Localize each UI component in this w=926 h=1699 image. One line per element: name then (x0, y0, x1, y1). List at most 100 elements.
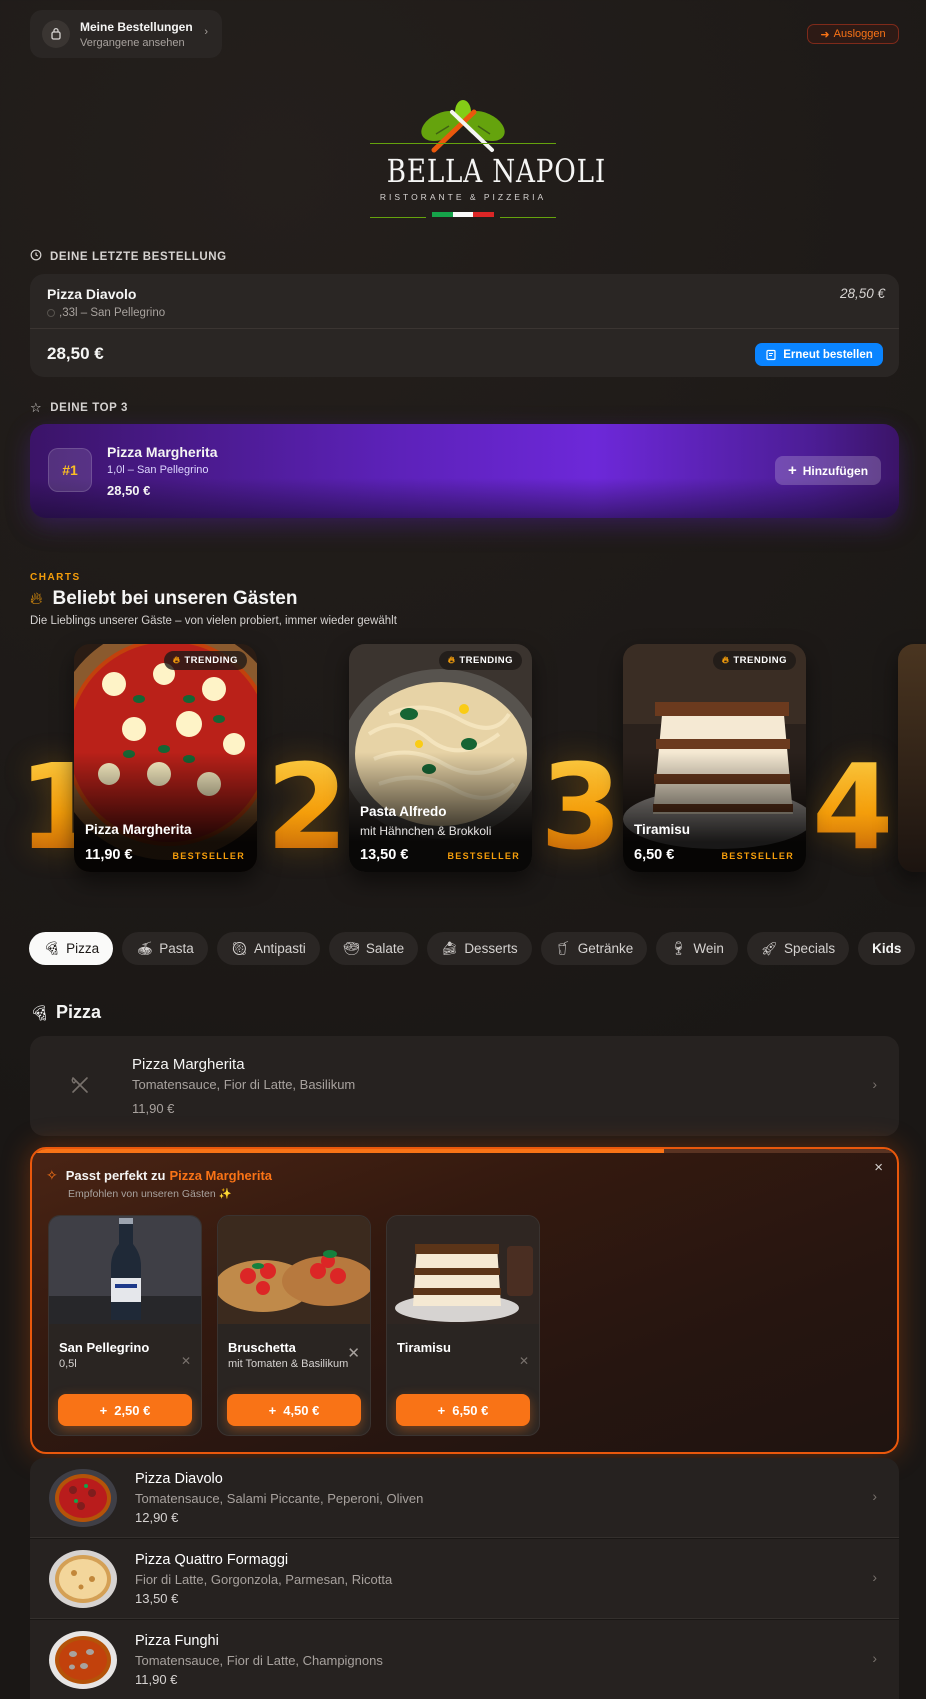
plus-icon: + (268, 1402, 277, 1418)
close-icon[interactable]: × (874, 1159, 883, 1176)
logout-icon: ➜ (820, 28, 830, 41)
trending-badge: 🔥︎ TRENDING (163, 651, 247, 670)
category-tab-specials[interactable]: 🚀︎ Specials (746, 932, 850, 965)
item-desc: Tomatensauce, Salami Piccante, Peperoni,… (135, 1491, 424, 1506)
fire-icon: 🔥︎ (30, 589, 43, 608)
category-tab-getraenke[interactable]: 🥤︎ Getränke (540, 932, 648, 965)
fire-icon: 🔥︎ (172, 655, 181, 666)
bruschetta-image (218, 1216, 370, 1324)
category-tab-antipasti[interactable]: 🥘︎ Antipasti (216, 932, 320, 965)
fire-icon: 🔥︎ (447, 655, 456, 666)
menu-item-pizza-quattro-formaggi[interactable]: Pizza Quattro Formaggi Fior di Latte, Go… (30, 1539, 899, 1619)
chevron-right-icon: › (872, 1488, 877, 1504)
top3-card: #1 Pizza Margherita 1,0l – San Pellegrin… (30, 424, 899, 518)
plus-icon: + (437, 1402, 446, 1418)
add-to-cart-button[interactable]: + Hinzufügen (775, 456, 881, 485)
reco-card-tiramisu[interactable]: Tiramisu ✕ +6,50 € (386, 1215, 540, 1436)
item-price: 11,90 € (135, 1672, 178, 1687)
chevron-right-icon: › (872, 1650, 877, 1666)
reco-item-desc: mit Tomaten & Basilikum (228, 1358, 349, 1370)
reorder-button[interactable]: Erneut bestellen (755, 343, 883, 366)
last-order-card: Pizza Diavolo ,33l – San Pellegrino 28,5… (30, 274, 899, 377)
leaves-fork-logo-icon (421, 100, 505, 153)
recommendation-panel: ✧ Passt perfekt zu Pizza Margherita Empf… (30, 1147, 899, 1454)
drink-icon: 🥤︎ (554, 940, 572, 956)
category-tab-pasta[interactable]: 🍝︎ Pasta (122, 932, 208, 965)
my-orders-button[interactable]: Meine Bestellungen Vergangene ansehen › (30, 10, 222, 58)
rank-number-3: 3 (540, 738, 622, 876)
top3-heading: ☆ DEINE TOP 3 (30, 400, 128, 416)
cutlery-icon: ✕ (518, 1354, 529, 1368)
chart-item-desc: mit Hähnchen & Brokkoli (360, 824, 492, 838)
add-reco-button[interactable]: +6,50 € (396, 1394, 530, 1426)
last-order-heading: DEINE LETZTE BESTELLUNG (30, 249, 227, 264)
logout-button[interactable]: ➜ Ausloggen (807, 24, 899, 44)
reorder-label: Erneut bestellen (783, 348, 873, 361)
chart-card-4[interactable] (898, 644, 926, 872)
star-icon: ☆ (30, 400, 43, 415)
chart-card-tiramisu[interactable]: 🔥︎ TRENDING Tiramisu 6,50 € BESTSELLER (623, 644, 806, 872)
item-desc: Tomatensauce, Fior di Latte, Champignons (135, 1653, 383, 1668)
add-reco-button[interactable]: +2,50 € (58, 1394, 192, 1426)
menu-item-pizza-margherita[interactable]: Pizza Margherita Tomatensauce, Fior di L… (30, 1036, 899, 1136)
wine-icon: 🍷︎ (670, 940, 688, 956)
reco-item-name: Bruschetta (228, 1340, 296, 1355)
orders-title: Meine Bestellungen (80, 19, 193, 34)
add-reco-button[interactable]: +4,50 € (227, 1394, 361, 1426)
plus-icon: + (787, 462, 797, 479)
item-name: Pizza Diavolo (135, 1471, 223, 1487)
chart-item-name: Pizza Margherita (85, 822, 192, 837)
chevron-right-icon: › (872, 1076, 877, 1092)
cutlery-icon: ✕ (180, 1354, 191, 1368)
top3-item-detail: 1,0l – San Pellegrino (107, 464, 209, 476)
pizza-icon: 🍕︎ (43, 940, 61, 956)
trending-badge: 🔥︎ TRENDING (438, 651, 522, 670)
category-tab-salate[interactable]: 🥗︎ Salate (328, 932, 419, 965)
last-order-item-price: 28,50 € (839, 286, 885, 301)
reco-item-desc: 0,5l (59, 1358, 77, 1370)
category-tab-pizza[interactable]: 🍕︎ Pizza (29, 932, 114, 965)
item-name: Pizza Margherita (132, 1056, 245, 1073)
progress-bar-track (664, 1149, 897, 1153)
bestseller-label: BESTSELLER (721, 851, 794, 861)
last-order-label: DEINE LETZTE BESTELLUNG (50, 250, 227, 263)
item-price: 13,50 € (135, 1591, 179, 1606)
charts-eyebrow: CHARTS (30, 572, 81, 583)
rank-number-2: 2 (266, 738, 348, 876)
tiramisu-image (387, 1216, 539, 1324)
menu-item-pizza-funghi[interactable]: Pizza Funghi Tomatensauce, Fior di Latte… (30, 1620, 899, 1699)
sparkle-icon: ✧ (46, 1167, 58, 1183)
top3-label: DEINE TOP 3 (50, 402, 129, 414)
item-name: Pizza Quattro Formaggi (135, 1552, 289, 1568)
logo-name: BELLA NAPOLI (386, 152, 607, 190)
charts-title: Beliebt bei unseren Gästen (52, 588, 298, 609)
chart-card-pizza-margherita[interactable]: 🔥︎ TRENDING Pizza Margherita 11,90 € BEST… (74, 644, 257, 872)
trending-badge: 🔥︎ TRENDING (712, 651, 796, 670)
chart-card-pasta-alfredo[interactable]: 🔥︎ TRENDING Pasta Alfredo mit Hähnchen & … (349, 644, 532, 872)
logout-label: Ausloggen (833, 28, 886, 40)
top3-item-price: 28,50 € (107, 483, 151, 498)
category-tab-kids[interactable]: Kids (858, 932, 916, 965)
cutlery-icon (71, 1077, 88, 1093)
category-tab-wein[interactable]: 🍷︎ Wein (656, 932, 738, 965)
chevron-right-icon: › (204, 26, 208, 38)
chart-item-price: 6,50 € (634, 847, 675, 863)
antipasti-icon: 🥘︎ (230, 940, 248, 956)
category-tab-desserts[interactable]: 🍰︎ Desserts (427, 932, 532, 965)
cutlery-icon: ✕ (347, 1345, 360, 1362)
reco-card-san-pellegrino[interactable]: San Pellegrino 0,5l ✕ +2,50 € (48, 1215, 202, 1436)
menu-item-pizza-diavolo[interactable]: Pizza Diavolo Tomatensauce, Salami Picca… (30, 1458, 899, 1538)
charts-subtitle: Die Lieblings unserer Gäste – von vielen… (30, 615, 397, 627)
rank-badge: #1 (48, 448, 92, 492)
chart-item-price: 13,50 € (360, 847, 409, 863)
cake-icon: 🍰︎ (441, 940, 459, 956)
bestseller-label: BESTSELLER (447, 851, 520, 861)
item-price: 11,90 € (132, 1101, 175, 1116)
section-title-text: Pizza (56, 1002, 102, 1022)
progress-bar-fill (32, 1149, 664, 1153)
bestseller-label: BESTSELLER (172, 851, 245, 861)
chart-item-name: Pasta Alfredo (360, 804, 447, 819)
radio-icon (47, 309, 55, 317)
reco-card-bruschetta[interactable]: Bruschetta mit Tomaten & Basilikum ✕ +4,… (217, 1215, 371, 1436)
pizza-quattro-formaggi-image (48, 1549, 118, 1609)
